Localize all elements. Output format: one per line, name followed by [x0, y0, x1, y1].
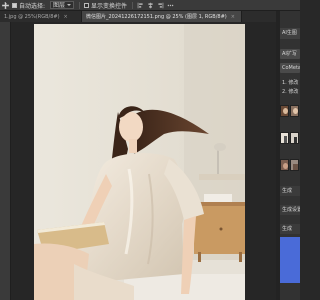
- more-options-icon[interactable]: [167, 2, 174, 9]
- auto-select-label: 自动选择:: [19, 2, 46, 10]
- panel-title: AI生图: [280, 28, 300, 39]
- reference-thumbnail-5[interactable]: [280, 159, 289, 171]
- document-tab-2[interactable]: 微信图片_20241226172151.png @ 25% (图层 1, RGB…: [82, 11, 242, 22]
- options-bar: 自动选择: 图层 显示变换控件: [0, 0, 300, 11]
- reference-thumbnail-3[interactable]: [280, 132, 289, 144]
- generate-section[interactable]: 生成: [280, 186, 300, 196]
- document-canvas[interactable]: [34, 24, 245, 300]
- reference-thumbnail-4[interactable]: [290, 132, 299, 144]
- ai-panel: AI生图 AI扩写 CoMeta... 1. 修改 2. 修改 生成 生成设置 …: [280, 11, 300, 300]
- model-select-button[interactable]: CoMeta...: [280, 63, 300, 73]
- generate-preview-area[interactable]: [280, 237, 300, 283]
- ai-expand-button[interactable]: AI扩写: [280, 49, 300, 59]
- align-center-icon[interactable]: [147, 2, 154, 9]
- auto-select-checkbox[interactable]: [12, 2, 17, 8]
- align-left-icon[interactable]: [137, 2, 144, 9]
- options-divider: [79, 1, 81, 9]
- document-tab-1[interactable]: 1.jpg @ 25%(RGB/8#) ×: [0, 11, 82, 22]
- transform-controls-checkbox[interactable]: [84, 2, 90, 8]
- reference-thumbnail-1[interactable]: [280, 105, 289, 117]
- reference-thumbnail-6[interactable]: [290, 159, 299, 171]
- canvas-photo: [34, 24, 245, 300]
- tab-label: 微信图片_20241226172151.png @ 25% (图层 1, RGB…: [86, 14, 227, 20]
- step-1-text: 1. 修改: [282, 80, 299, 86]
- move-tool-icon[interactable]: [2, 1, 9, 9]
- document-tab-bar: 1.jpg @ 25%(RGB/8#) × 微信图片_2024122617215…: [0, 11, 276, 22]
- reference-thumbnail-2[interactable]: [290, 105, 299, 117]
- transform-controls-label: 显示变换控件: [91, 2, 128, 10]
- auto-select-target-dropdown[interactable]: 图层: [50, 1, 75, 9]
- tab-label: 1.jpg @ 25%(RGB/8#): [4, 13, 60, 20]
- generate-section-2[interactable]: 生成: [280, 224, 300, 234]
- generate-settings-section[interactable]: 生成设置: [280, 205, 300, 215]
- canvas-area[interactable]: [11, 22, 276, 300]
- align-right-icon[interactable]: [157, 2, 164, 9]
- options-divider: [132, 1, 134, 9]
- tools-bar: [0, 22, 11, 300]
- close-tab-icon[interactable]: ×: [64, 14, 68, 20]
- step-2-text: 2. 修改: [282, 89, 299, 95]
- close-tab-icon[interactable]: ×: [231, 14, 235, 20]
